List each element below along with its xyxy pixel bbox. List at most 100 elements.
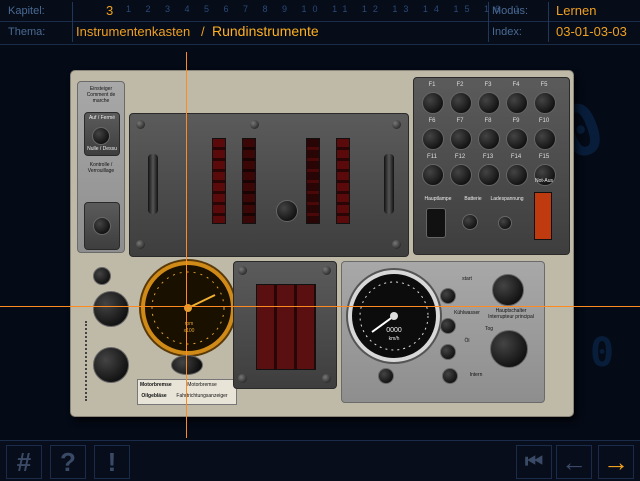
thema-label: Thema: xyxy=(8,26,46,38)
notaus-switch[interactable] xyxy=(534,192,552,240)
fuse-label: F8 xyxy=(484,118,492,124)
tachometer-gauge: rpm x100 xyxy=(141,261,235,355)
thema-topic: Instrumentenkasten xyxy=(76,24,191,39)
modus-label: Modus: xyxy=(492,5,529,17)
exclamation-icon[interactable]: ! xyxy=(94,445,130,479)
screw xyxy=(392,120,401,129)
fuse-holder[interactable] xyxy=(450,164,472,186)
left-bottom-label: Kontrolle / Verrouillage xyxy=(87,162,115,174)
left-switch-housing: Auf / Fermé Nulle / Dessu xyxy=(84,112,120,156)
fuse-label: F10 xyxy=(538,118,550,124)
fuse-label: F6 xyxy=(428,118,436,124)
screw xyxy=(238,374,247,383)
kompressor-meter xyxy=(336,138,350,224)
screw xyxy=(322,266,331,275)
fuse-holder[interactable] xyxy=(450,92,472,114)
switch-label-oel: Öl xyxy=(464,338,470,344)
first-page-icon[interactable]: ⏮ xyxy=(516,445,552,479)
hauptschalter-knob[interactable] xyxy=(490,330,528,368)
header-bar: Kapitel: 3 1 2 3 4 5 6 7 8 9 10 11 12 13… xyxy=(0,0,640,45)
crosshair-vertical xyxy=(186,52,187,438)
header-divider xyxy=(548,2,549,42)
left-control-strip: Einsteiger Comment de marche Auf / Fermé… xyxy=(77,81,125,253)
help-icon[interactable]: ? xyxy=(50,445,86,479)
fuse-holder[interactable] xyxy=(450,128,472,150)
tacho-reset-button[interactable] xyxy=(171,355,203,375)
fuse-holder[interactable] xyxy=(534,128,556,150)
odometer: 0000 xyxy=(386,327,402,334)
fuse-holder[interactable] xyxy=(422,164,444,186)
switch-label-intern: Intern xyxy=(469,372,483,378)
legend-line-1: Motorbremse xyxy=(187,382,217,388)
fuse-holder[interactable] xyxy=(478,164,500,186)
kapitel-value: 3 xyxy=(106,3,114,18)
fuse-holder[interactable] xyxy=(422,128,444,150)
tacho-scale: x100 xyxy=(183,328,195,334)
fuse-panel: F1 F2 F3 F4 F5 F6 F7 F8 F9 F10 F11 F12 F13 F14 F15 Hau… xyxy=(413,77,570,255)
connector-small[interactable] xyxy=(93,267,111,285)
legend-line-2: Fahrtrichtungsanzeiger xyxy=(176,393,228,399)
hauptschalter-label: Hauptschalter Interrupteur principal xyxy=(488,308,534,320)
ladespannung-switch[interactable] xyxy=(498,216,512,230)
batterie-switch[interactable] xyxy=(462,214,478,230)
speedometer-panel: 0000 km/h start Kühlwasser Öl Intern Hau… xyxy=(341,261,545,403)
fuse-label: F7 xyxy=(456,118,464,124)
panel-handle[interactable] xyxy=(148,154,158,214)
index-label: Index: xyxy=(492,26,522,38)
footer-bar: # ? ! ⏮ ← → xyxy=(0,440,640,481)
start-button[interactable] xyxy=(440,288,456,304)
switch-label-kuehlwasser: Kühlwasser xyxy=(454,310,480,316)
fuse-label: F12 xyxy=(454,154,466,160)
back-arrow-icon[interactable]: ← xyxy=(556,445,592,479)
forward-arrow-icon[interactable]: → xyxy=(598,445,634,479)
oel-button[interactable] xyxy=(440,344,456,360)
connector-socket[interactable] xyxy=(93,291,129,327)
fuse-label: F2 xyxy=(456,82,464,88)
fuse-holder[interactable] xyxy=(478,92,500,114)
instrument-box: Einsteiger Comment de marche Auf / Fermé… xyxy=(71,71,573,416)
index-value: 03-01-03-03 xyxy=(556,24,627,39)
hupe-button[interactable] xyxy=(378,368,394,384)
fuse-label: F5 xyxy=(540,82,548,88)
fuse-holder[interactable] xyxy=(422,92,444,114)
kuehlwasser-button[interactable] xyxy=(440,318,456,334)
auf-switch[interactable] xyxy=(92,127,110,145)
panel-handle[interactable] xyxy=(384,154,394,214)
fuse-holder[interactable] xyxy=(506,128,528,150)
background-digits: 0 xyxy=(590,330,615,376)
rotary-selector[interactable] xyxy=(492,274,524,306)
tacho-unit: rpm xyxy=(184,321,194,327)
thema-subtopic: Rundinstrumente xyxy=(212,23,319,39)
heizung-meter xyxy=(306,138,320,224)
fuse-label: F14 xyxy=(510,154,522,160)
speedometer-ticks xyxy=(359,281,429,351)
fuse-holder[interactable] xyxy=(534,92,556,114)
kontrolle-switch[interactable] xyxy=(93,217,111,235)
fuse-holder[interactable] xyxy=(478,128,500,150)
screw xyxy=(250,120,259,129)
meter-select-knob[interactable] xyxy=(276,200,298,222)
speedometer-gauge: 0000 km/h xyxy=(348,270,440,362)
modus-value: Lernen xyxy=(556,3,597,18)
batterie-label: Batterie xyxy=(464,196,482,202)
hauptlampe-switch[interactable] xyxy=(426,208,446,238)
chapter-page-dots[interactable]: 1 2 3 4 5 6 7 8 9 10 11 12 13 14 15 16 1… xyxy=(126,4,526,18)
fuse-label: F11 xyxy=(427,154,437,160)
screw xyxy=(322,374,331,383)
screw xyxy=(238,266,247,275)
fuse-label: F3 xyxy=(484,82,492,88)
screw xyxy=(136,240,145,249)
intern-button[interactable] xyxy=(442,368,458,384)
kapitel-label: Kapitel: xyxy=(8,5,45,17)
header-divider xyxy=(72,2,73,42)
header-divider xyxy=(0,21,640,22)
connector-socket[interactable] xyxy=(93,347,129,383)
legend-label-2: Oilgebläse xyxy=(141,393,167,399)
hash-icon[interactable]: # xyxy=(6,445,42,479)
warning-lamp-panel xyxy=(233,261,337,389)
screw xyxy=(392,240,401,249)
fuse-holder[interactable] xyxy=(506,92,528,114)
fuse-label: F15 xyxy=(538,154,550,160)
fuse-label: F4 xyxy=(512,82,520,88)
batterie-meter xyxy=(212,138,226,224)
